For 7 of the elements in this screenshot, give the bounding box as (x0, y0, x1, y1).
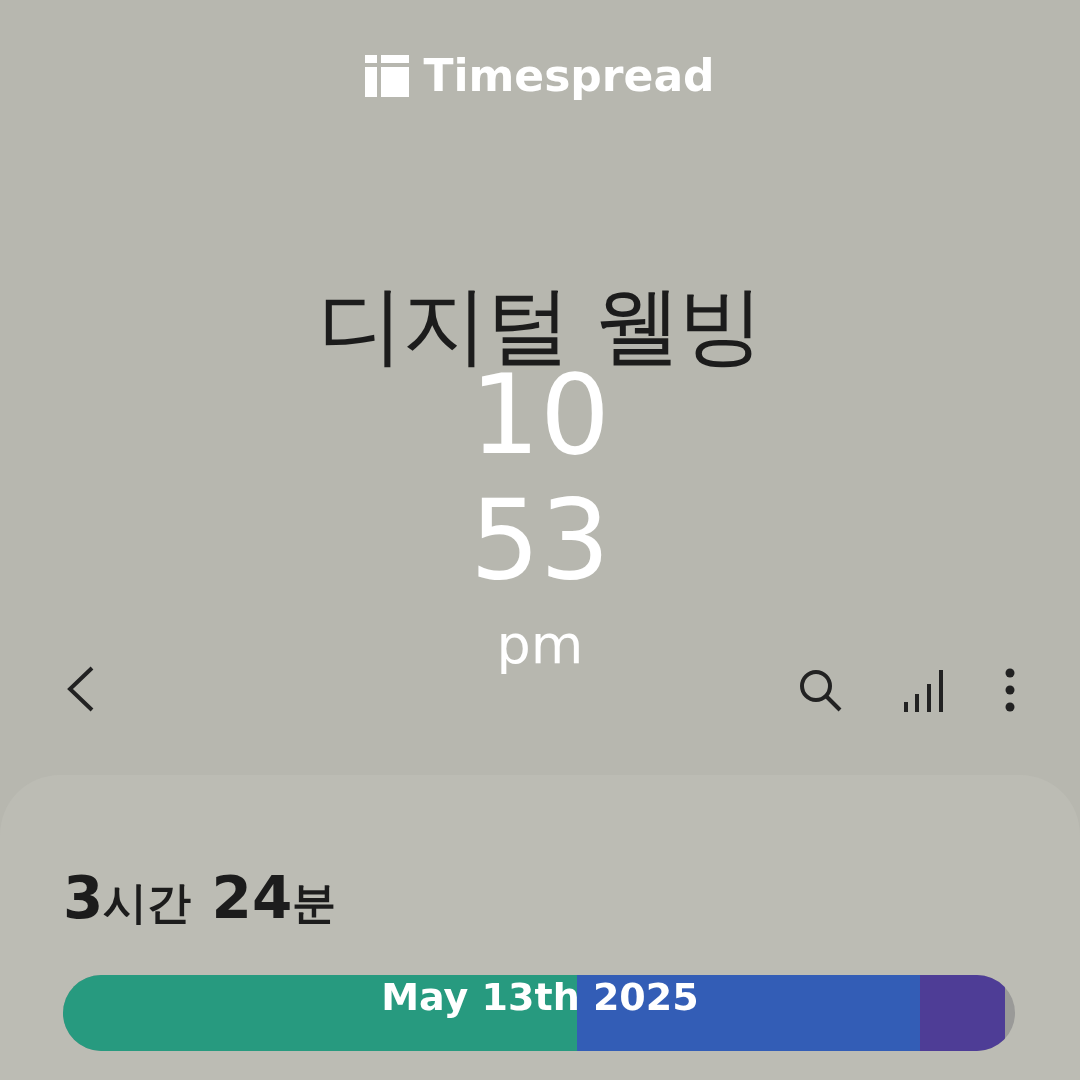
logo-icon (365, 55, 410, 97)
brand-name: Timespread (423, 52, 715, 100)
date-label: May 13th 2025 (381, 974, 699, 1021)
clock-period: pm (496, 615, 584, 675)
clock-minute: 53 (470, 475, 610, 605)
more-icon[interactable] (1004, 667, 1016, 713)
total-time: 3시간 24분 (63, 863, 338, 925)
